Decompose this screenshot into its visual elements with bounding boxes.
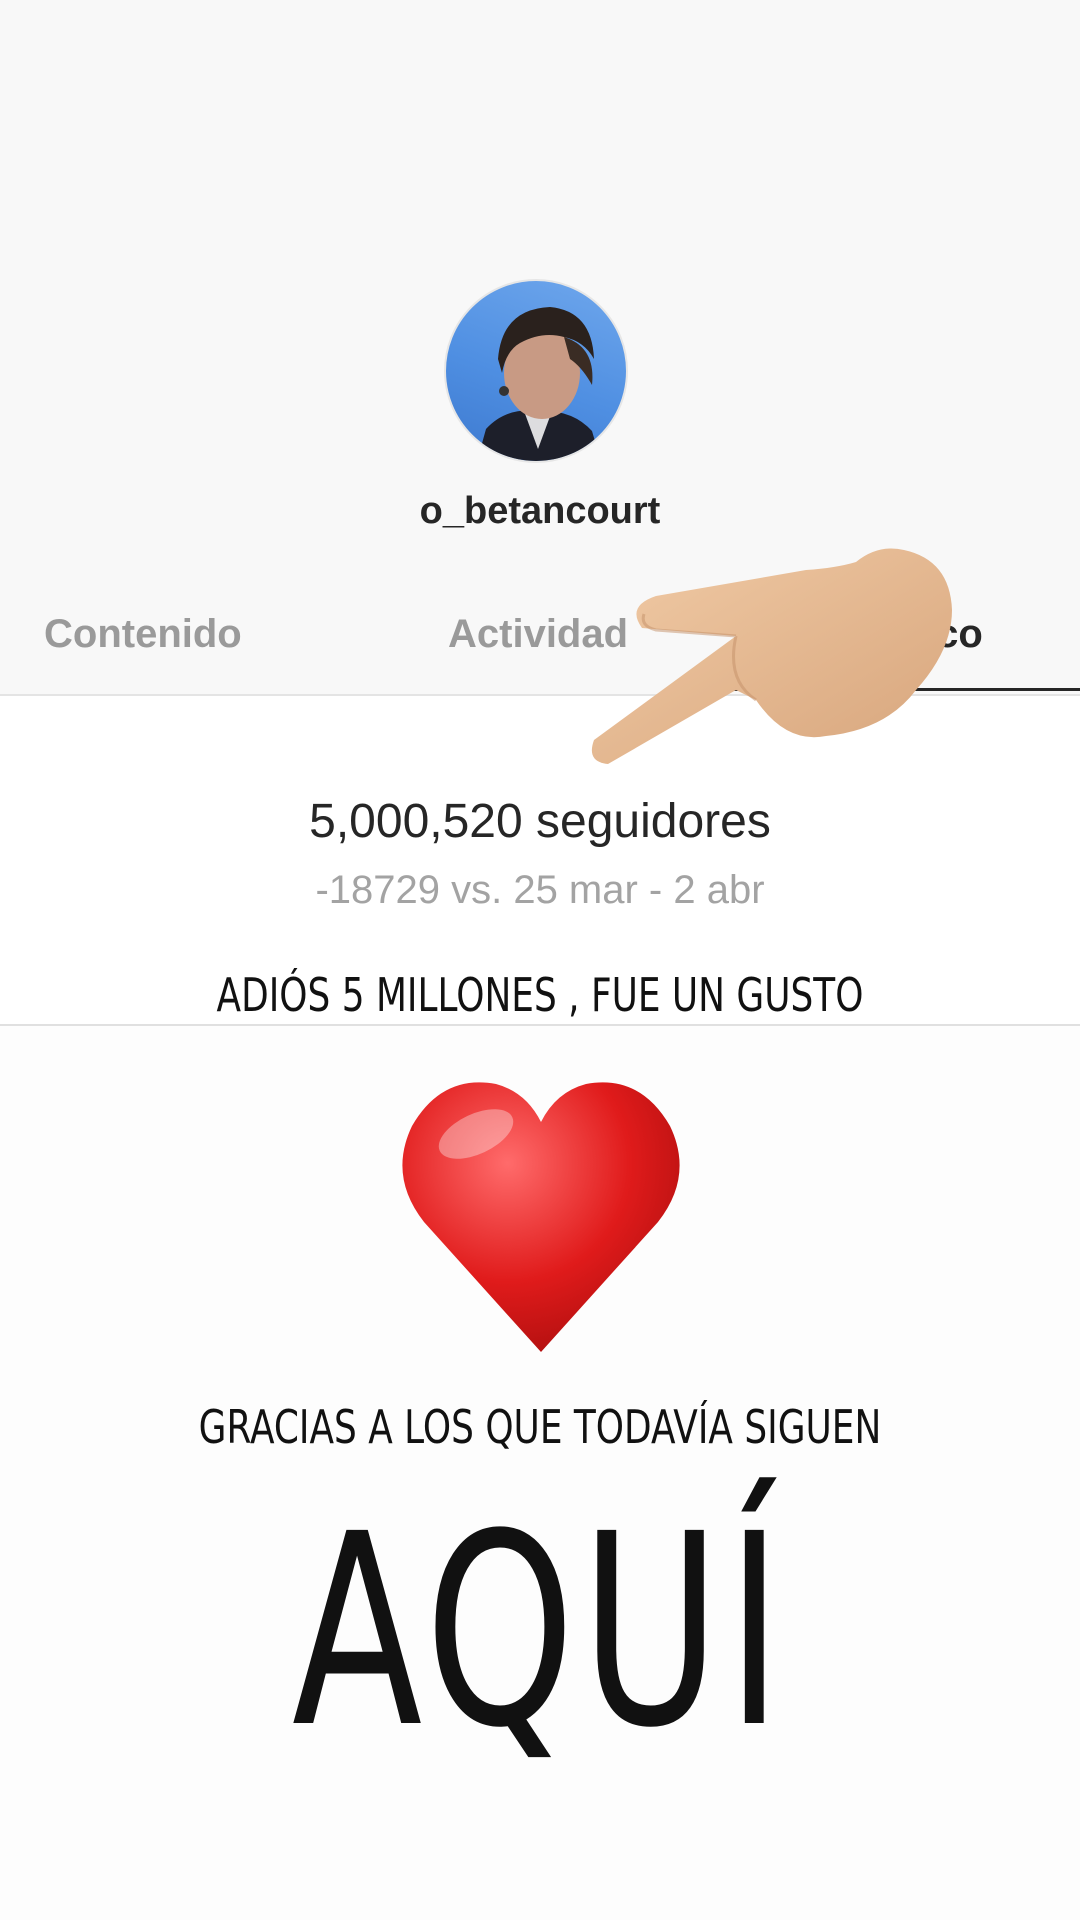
story-caption-here: AQUÍ	[291, 1478, 789, 1786]
avatar[interactable]	[444, 279, 628, 463]
followers-count: 5,000,520 seguidores	[309, 795, 771, 848]
tab-content[interactable]: Contenido	[44, 612, 242, 657]
story-caption-goodbye: ADIÓS 5 MILLONES , FUE UN GUSTO	[216, 968, 864, 1022]
red-heart-icon	[402, 1082, 680, 1352]
followers-change: -18729 vs. 25 mar - 2 abr	[315, 868, 765, 912]
profile-username: o_betancourt	[419, 490, 661, 532]
avatar-photo	[477, 307, 601, 461]
pointing-hand-icon	[591, 548, 952, 764]
story-screen: o_betancourt Contenido Actividad ico 5,0…	[0, 0, 1080, 1920]
story-caption-thanks: GRACIAS A LOS QUE TODAVÍA SIGUEN	[198, 1400, 882, 1454]
screenshot-edge-divider	[0, 1024, 1080, 1026]
